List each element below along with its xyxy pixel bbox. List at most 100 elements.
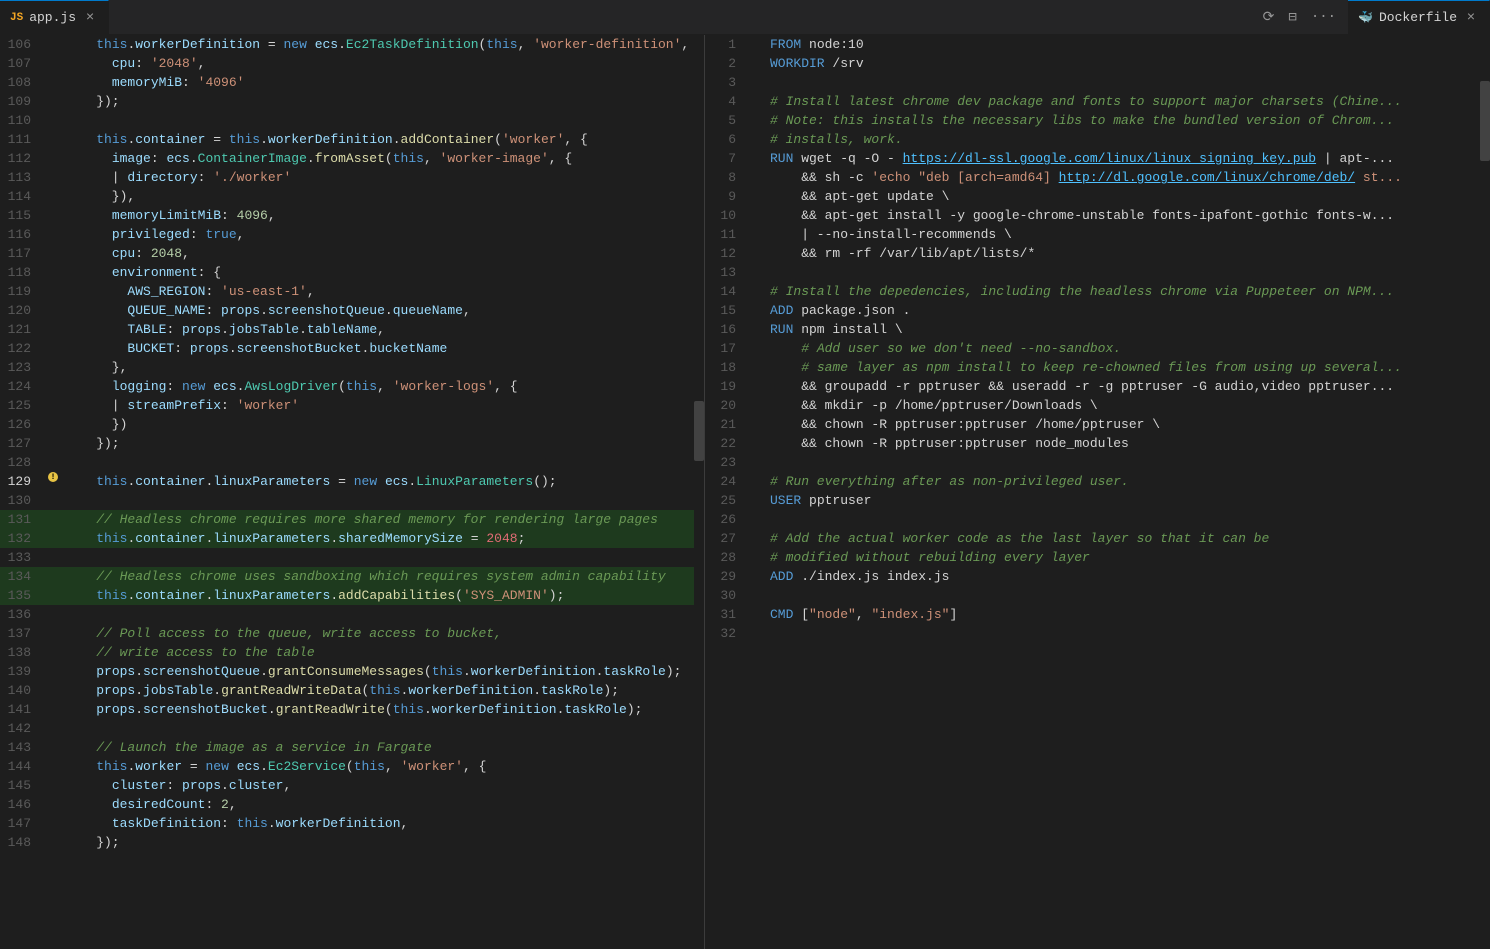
tab-toolbar: ⟳ ⊟ ··· — [109, 0, 1348, 34]
table-row: 126 }) — [0, 415, 704, 434]
table-row: 133 — [0, 548, 704, 567]
table-row: 15 ADD package.json . — [705, 301, 1490, 320]
table-row: 32 — [705, 624, 1490, 643]
table-row: 3 — [705, 73, 1490, 92]
table-row: 4 # Install latest chrome dev package an… — [705, 92, 1490, 111]
table-row: 116 privileged: true, — [0, 225, 704, 244]
right-scrollbar-track[interactable] — [1480, 35, 1490, 949]
table-row: 107 cpu: '2048', — [0, 54, 704, 73]
right-scrollbar-thumb[interactable] — [1480, 81, 1490, 161]
right-code-area[interactable]: 1 FROM node:10 2 WORKDIR /srv 3 — [705, 35, 1490, 949]
table-row: 23 — [705, 453, 1490, 472]
table-row: 142 — [0, 719, 704, 738]
table-row: 143 // Launch the image as a service in … — [0, 738, 704, 757]
table-row: 31 CMD ["node", "index.js"] — [705, 605, 1490, 624]
tab-filename-dockerfile: Dockerfile — [1379, 10, 1457, 25]
table-row: 113 | directory: './worker' — [0, 168, 704, 187]
table-row: 28 # modified without rebuilding every l… — [705, 548, 1490, 567]
left-editor-pane: 106 this.workerDefinition = new ecs.Ec2T… — [0, 35, 705, 949]
table-row: 119 AWS_REGION: 'us-east-1', — [0, 282, 704, 301]
table-row: 131 // Headless chrome requires more sha… — [0, 510, 704, 529]
table-row: 121 TABLE: props.jobsTable.tableName, — [0, 320, 704, 339]
table-row: 147 taskDefinition: this.workerDefinitio… — [0, 814, 704, 833]
table-row: 118 environment: { — [0, 263, 704, 282]
table-row: 122 BUCKET: props.screenshotBucket.bucke… — [0, 339, 704, 358]
table-row: 24 # Run everything after as non-privile… — [705, 472, 1490, 491]
table-row: 17 # Add user so we don't need --no-sand… — [705, 339, 1490, 358]
table-row: 120 QUEUE_NAME: props.screenshotQueue.qu… — [0, 301, 704, 320]
table-row: 141 props.screenshotBucket.grantReadWrit… — [0, 700, 704, 719]
scrollbar-track[interactable] — [694, 35, 704, 949]
table-row: 20 && mkdir -p /home/pptruser/Downloads … — [705, 396, 1490, 415]
tab-bar: JS app.js × ⟳ ⊟ ··· 🐳 Dockerfile × — [0, 0, 1490, 35]
table-row: 127 }); — [0, 434, 704, 453]
more-icon[interactable]: ··· — [1307, 7, 1340, 27]
table-row: 12 && rm -rf /var/lib/apt/lists/* — [705, 244, 1490, 263]
table-row: 130 — [0, 491, 704, 510]
table-row: 136 — [0, 605, 704, 624]
table-row: 125 | streamPrefix: 'worker' — [0, 396, 704, 415]
table-row: 26 — [705, 510, 1490, 529]
table-row: 25 USER pptruser — [705, 491, 1490, 510]
table-row: 29 ADD ./index.js index.js — [705, 567, 1490, 586]
table-row: 115 memoryLimitMiB: 4096, — [0, 206, 704, 225]
table-row: 132 this.container.linuxParameters.share… — [0, 529, 704, 548]
table-row: 145 cluster: props.cluster, — [0, 776, 704, 795]
right-editor-pane: 1 FROM node:10 2 WORKDIR /srv 3 — [705, 35, 1490, 949]
js-file-icon: JS — [10, 12, 23, 24]
table-row: 135 this.container.linuxParameters.addCa… — [0, 586, 704, 605]
table-row: 139 props.screenshotQueue.grantConsumeMe… — [0, 662, 704, 681]
table-row: 9 && apt-get update \ — [705, 187, 1490, 206]
table-row: 6 # installs, work. — [705, 130, 1490, 149]
table-row: 128 — [0, 453, 704, 472]
layout-icon[interactable]: ⊟ — [1284, 7, 1300, 28]
table-row: 114 }), — [0, 187, 704, 206]
scrollbar-thumb[interactable] — [694, 401, 704, 461]
table-row: 144 this.worker = new ecs.Ec2Service(thi… — [0, 757, 704, 776]
table-row: 10 && apt-get install -y google-chrome-u… — [705, 206, 1490, 225]
table-row: 22 && chown -R pptruser:pptruser node_mo… — [705, 434, 1490, 453]
table-row: 14 # Install the depedencies, including … — [705, 282, 1490, 301]
table-row: 8 && sh -c 'echo "deb [arch=amd64] http:… — [705, 168, 1490, 187]
table-row: 148 }); — [0, 833, 704, 852]
table-row: 30 — [705, 586, 1490, 605]
table-row: 137 // Poll access to the queue, write a… — [0, 624, 704, 643]
table-row: 117 cpu: 2048, — [0, 244, 704, 263]
table-row: 140 props.jobsTable.grantReadWriteData(t… — [0, 681, 704, 700]
close-appjs-tab[interactable]: × — [82, 10, 98, 26]
tab-app-js[interactable]: JS app.js × — [0, 0, 109, 34]
editor-container: JS app.js × ⟳ ⊟ ··· 🐳 Dockerfile × 106 — [0, 0, 1490, 949]
table-row: 123 }, — [0, 358, 704, 377]
table-row: 129 ! this.container.linuxParameters = n… — [0, 472, 704, 491]
table-row: 16 RUN npm install \ — [705, 320, 1490, 339]
table-row: 146 desiredCount: 2, — [0, 795, 704, 814]
close-dockerfile-tab[interactable]: × — [1463, 10, 1479, 26]
table-row: 18 # same layer as npm install to keep r… — [705, 358, 1490, 377]
table-row: 21 && chown -R pptruser:pptruser /home/p… — [705, 415, 1490, 434]
table-row: 124 logging: new ecs.AwsLogDriver(this, … — [0, 377, 704, 396]
table-row: 109 }); — [0, 92, 704, 111]
table-row: 2 WORKDIR /srv — [705, 54, 1490, 73]
table-row: 1 FROM node:10 — [705, 35, 1490, 54]
tab-dockerfile[interactable]: 🐳 Dockerfile × — [1348, 0, 1490, 34]
table-row: 11 | --no-install-recommends \ — [705, 225, 1490, 244]
table-row: 7 RUN wget -q -O - https://dl-ssl.google… — [705, 149, 1490, 168]
tab-filename-appjs: app.js — [29, 10, 76, 25]
left-code-content: 106 this.workerDefinition = new ecs.Ec2T… — [0, 35, 704, 949]
warning-icon: ! — [48, 472, 58, 482]
table-row: 108 memoryMiB: '4096' — [0, 73, 704, 92]
left-code-area[interactable]: 106 this.workerDefinition = new ecs.Ec2T… — [0, 35, 704, 949]
sync-icon[interactable]: ⟳ — [1259, 7, 1279, 28]
docker-file-icon: 🐳 — [1358, 10, 1373, 25]
table-row: 112 image: ecs.ContainerImage.fromAsset(… — [0, 149, 704, 168]
table-row: 111 this.container = this.workerDefiniti… — [0, 130, 704, 149]
table-row: 138 // write access to the table — [0, 643, 704, 662]
editors-row: 106 this.workerDefinition = new ecs.Ec2T… — [0, 35, 1490, 949]
table-row: 27 # Add the actual worker code as the l… — [705, 529, 1490, 548]
table-row: 19 && groupadd -r pptruser && useradd -r… — [705, 377, 1490, 396]
table-row: 106 this.workerDefinition = new ecs.Ec2T… — [0, 35, 704, 54]
table-row: 13 — [705, 263, 1490, 282]
table-row: 5 # Note: this installs the necessary li… — [705, 111, 1490, 130]
table-row: 134 // Headless chrome uses sandboxing w… — [0, 567, 704, 586]
table-row: 110 — [0, 111, 704, 130]
